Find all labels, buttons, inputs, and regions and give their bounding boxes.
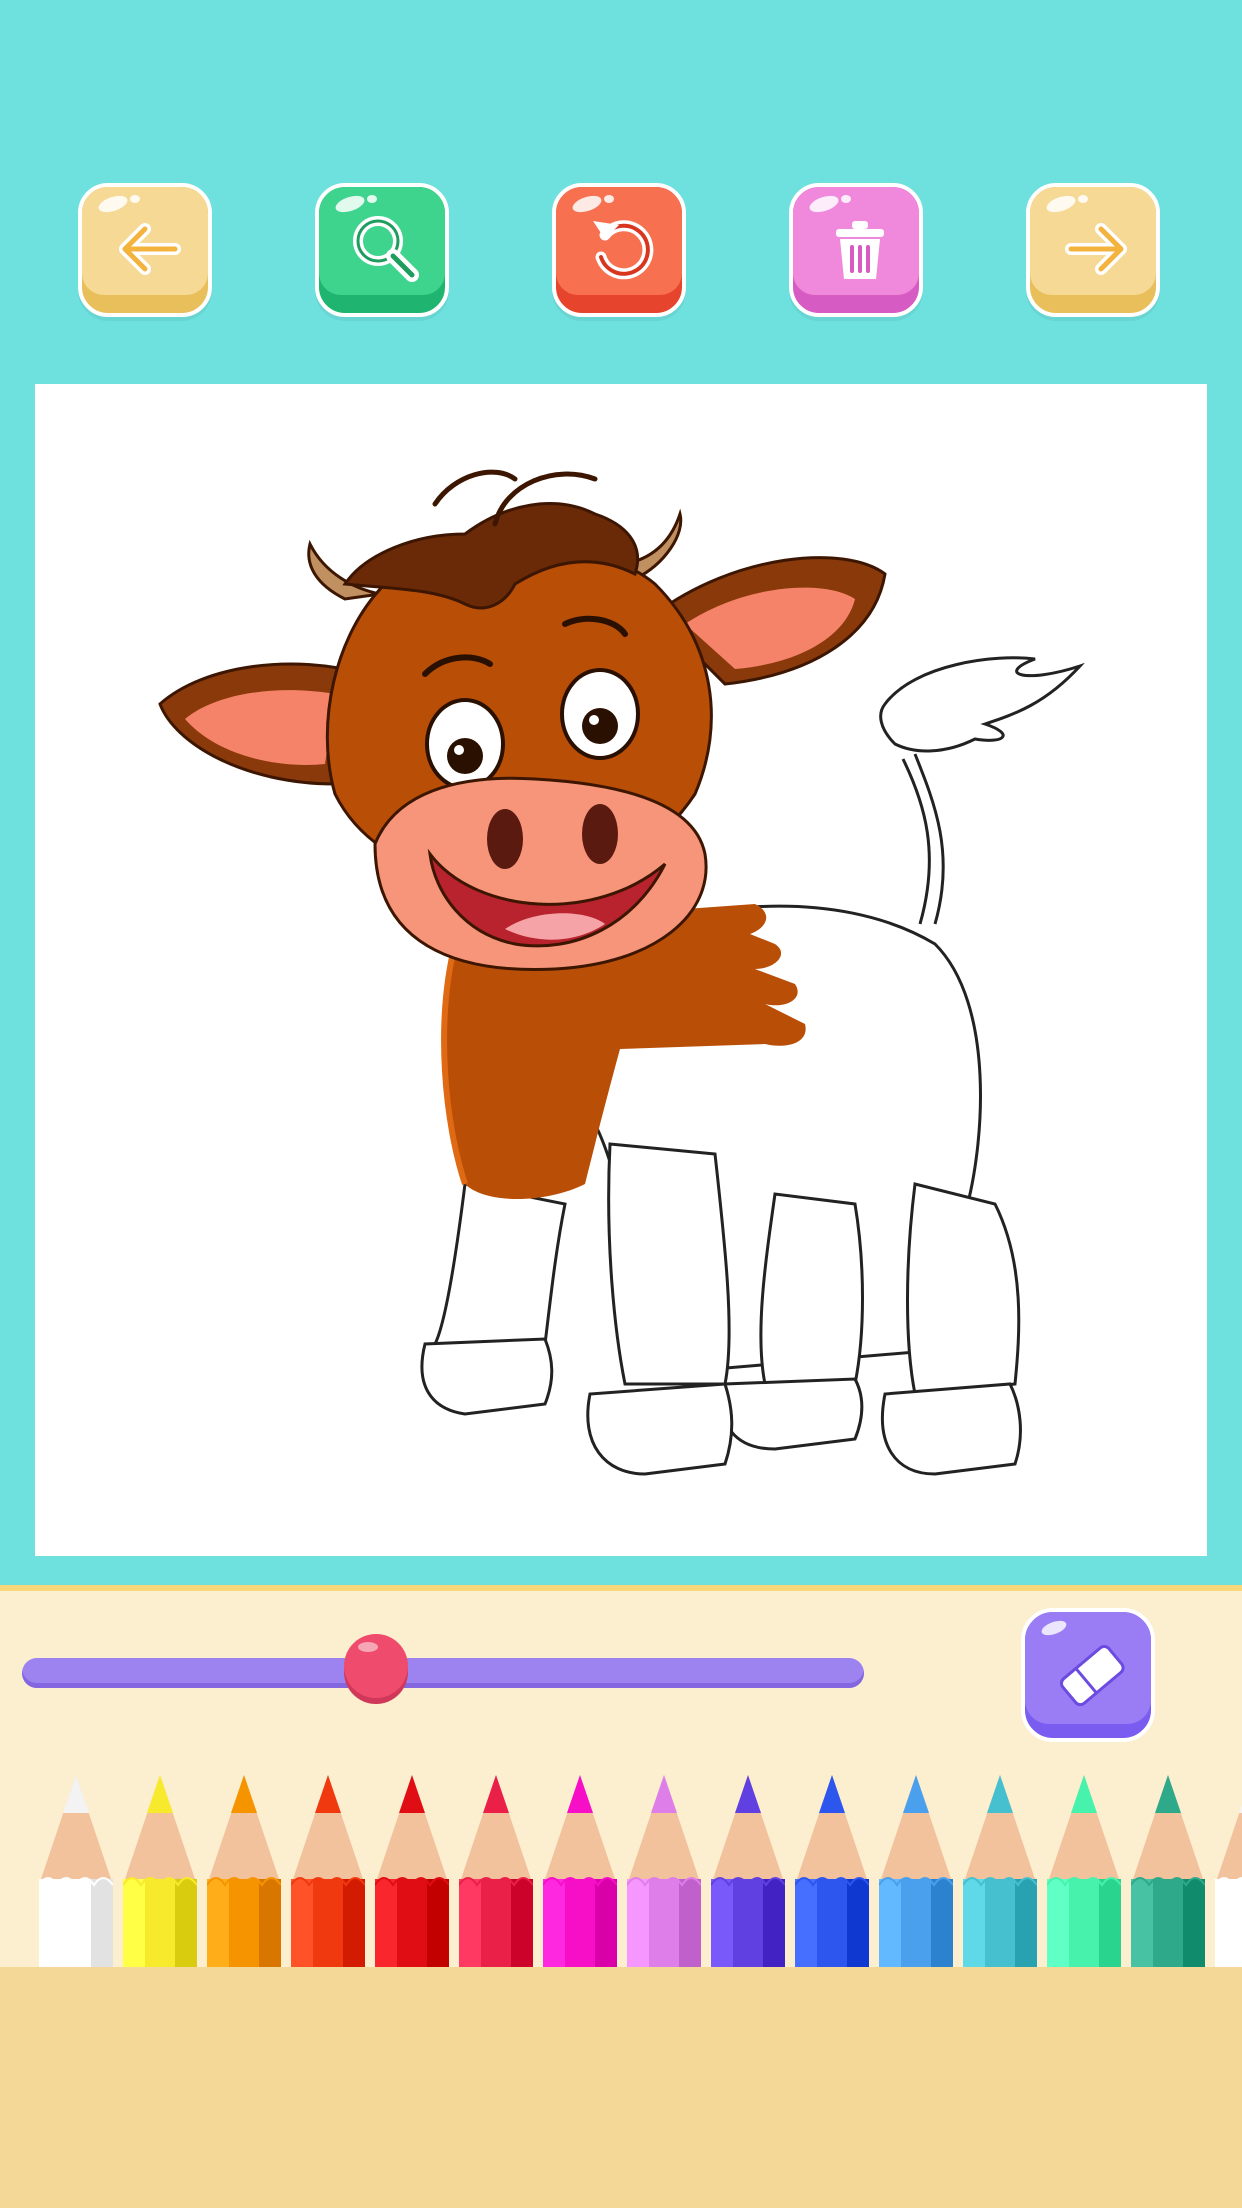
arrow-left-icon	[119, 223, 181, 275]
brush-size-thumb[interactable]	[343, 1634, 408, 1698]
cow-drawing-icon	[158, 469, 1086, 1476]
pencil-color-10[interactable]	[794, 1775, 870, 1967]
trash-icon	[836, 221, 884, 279]
pencil-color-7[interactable]	[542, 1775, 618, 1967]
next-button[interactable]	[1026, 183, 1160, 317]
arrow-right-icon	[1065, 223, 1127, 275]
pencil-color-11[interactable]	[878, 1775, 954, 1967]
back-button[interactable]	[78, 183, 212, 317]
pencil-color-13[interactable]	[1046, 1775, 1122, 1967]
pencil-color-8[interactable]	[626, 1775, 702, 1967]
pencil-color-4[interactable]	[290, 1775, 366, 1967]
pencil-color-9[interactable]	[710, 1775, 786, 1967]
drawing-canvas[interactable]	[35, 384, 1207, 1556]
bottom-strip	[0, 1967, 1242, 2208]
pencil-color-1[interactable]	[38, 1775, 114, 1967]
pencil-color-2[interactable]	[122, 1775, 198, 1967]
undo-icon	[593, 220, 654, 280]
eraser-icon	[1059, 1644, 1125, 1707]
pencil-color-6[interactable]	[458, 1775, 534, 1967]
brush-size-slider[interactable]	[22, 1658, 864, 1688]
pencil-color-12[interactable]	[962, 1775, 1038, 1967]
pencil-color-15[interactable]	[1214, 1775, 1242, 1967]
zoom-button[interactable]	[315, 183, 449, 317]
clear-button[interactable]	[789, 183, 923, 317]
pencil-color-5[interactable]	[374, 1775, 450, 1967]
undo-button[interactable]	[552, 183, 686, 317]
pencil-color-3[interactable]	[206, 1775, 282, 1967]
pencil-color-14[interactable]	[1130, 1775, 1206, 1967]
magnifier-icon	[353, 216, 419, 282]
pencil-palette	[0, 1775, 1242, 1967]
eraser-button[interactable]	[1021, 1608, 1155, 1742]
